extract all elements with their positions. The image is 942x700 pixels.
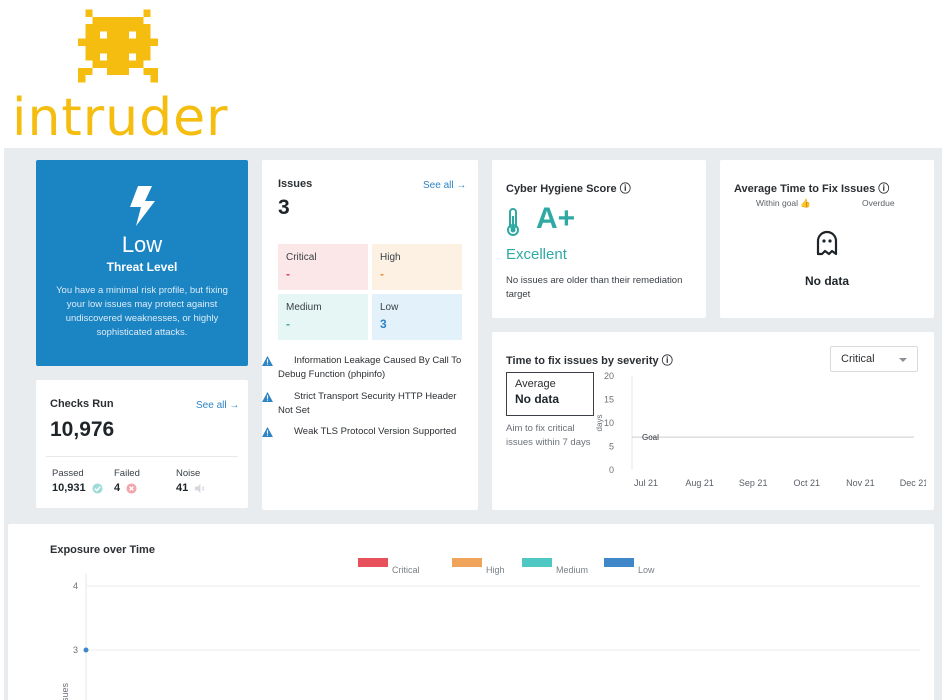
x-tick-label: Sep 21: [739, 478, 768, 488]
checks-run-title: Checks Run: [50, 398, 114, 410]
exposure-card: Exposure over Time Critical High Medium Low…: [8, 524, 934, 700]
y-tick-label: 20: [604, 371, 614, 381]
goal-label: Goal: [642, 433, 659, 442]
legend-label: High: [486, 565, 505, 575]
medium-count: -: [286, 317, 290, 331]
threat-level-value: Low: [121, 232, 163, 257]
critical-issues-tile[interactable]: Critical -: [278, 244, 368, 290]
thermometer-icon: [507, 208, 519, 236]
y-tick-label: 5: [609, 442, 614, 452]
failed-value: 4: [114, 482, 121, 494]
x-tick-label: Dec 21: [900, 478, 926, 488]
checks-run-total: 10,976: [50, 418, 115, 441]
y-tick-label: 3: [73, 645, 78, 655]
issue-title: Information Leakage Caused By Call To De…: [278, 355, 462, 380]
data-point: [83, 647, 89, 653]
critical-label: Critical: [286, 252, 317, 263]
space-invader-icon: [78, 9, 158, 83]
threat-level-description: You have a minimal risk profile, but fix…: [56, 285, 228, 338]
hygiene-grade: A+: [536, 202, 576, 235]
high-issues-tile[interactable]: High -: [372, 244, 462, 290]
time-to-fix-card: Time to fix issues by severity ⓘ Critica…: [492, 332, 934, 510]
noise-value: 41: [176, 482, 189, 494]
legend-swatch: [358, 558, 388, 567]
x-tick-label: Nov 21: [846, 478, 875, 488]
legend-swatch: [522, 558, 552, 567]
threat-level-title: Threat Level: [106, 260, 178, 274]
x-tick-label: Jul 21: [634, 478, 658, 488]
check-circle-icon: [92, 483, 103, 494]
ghost-icon: [816, 230, 838, 256]
intruder-logo[interactable]: intruder: [6, 4, 236, 152]
legend-swatch: [604, 558, 634, 567]
y-tick-label: 10: [604, 418, 614, 428]
hygiene-rating: Excellent: [506, 246, 567, 263]
warning-icon: [262, 356, 273, 366]
critical-count: -: [286, 267, 290, 281]
dashboard: Low Threat Level You have a minimal risk…: [4, 148, 942, 700]
low-issues-tile[interactable]: Low 3: [372, 294, 462, 340]
legend-swatch: [452, 558, 482, 567]
legend-label: Low: [638, 565, 655, 575]
high-label: High: [380, 252, 401, 263]
issue-list-item[interactable]: Weak TLS Protocol Version Supported: [262, 425, 468, 439]
average-time-title[interactable]: Average Time to Fix Issues ⓘ: [734, 180, 889, 196]
x-tick-label: Aug 21: [685, 478, 714, 488]
issue-list-item[interactable]: Strict Transport Security HTTP Header No…: [262, 390, 468, 418]
failed-stat: Failed 4: [114, 468, 140, 494]
medium-label: Medium: [286, 302, 322, 313]
medium-issues-tile[interactable]: Medium -: [278, 294, 368, 340]
noise-label: Noise: [176, 468, 201, 479]
brand-name: intruder: [12, 88, 229, 148]
warning-icon: [262, 427, 273, 437]
y-tick-label: 0: [609, 465, 614, 475]
checks-run-card: Checks Run See all → 10,976 Passed 10,93…: [36, 380, 248, 508]
chevron-down-icon: [899, 358, 907, 362]
aim-text: Aim to fix critical issues within 7 days: [506, 423, 591, 448]
cyber-hygiene-title[interactable]: Cyber Hygiene Score ⓘ: [506, 180, 631, 196]
speaker-mute-icon: [195, 483, 205, 493]
issue-title: Strict Transport Security HTTP Header No…: [278, 391, 457, 416]
time-to-fix-chart: 0 5 10 15 20 days Goal Jul 21 Aug 21 Sep 21 Oct 21…: [595, 371, 926, 488]
legend-label: Critical: [392, 565, 420, 575]
issue-title: Weak TLS Protocol Version Supported: [294, 426, 457, 437]
average-label: Average: [515, 378, 556, 390]
issues-title: Issues: [278, 178, 313, 190]
warning-icon: [262, 392, 273, 402]
y-tick-label: 4: [73, 581, 78, 591]
y-axis-label: Issues: [60, 682, 70, 700]
high-count: -: [380, 267, 384, 281]
y-tick-label: 15: [604, 395, 614, 405]
low-label: Low: [380, 302, 399, 313]
issue-list-item[interactable]: Information Leakage Caused By Call To De…: [262, 354, 468, 382]
low-count: 3: [380, 317, 387, 331]
x-circle-icon: [126, 483, 137, 494]
average-value: No data: [515, 392, 560, 406]
divider: [46, 456, 238, 457]
passed-label: Passed: [52, 468, 84, 479]
passed-value: 10,931: [52, 482, 86, 494]
checks-see-all-link[interactable]: See all →: [196, 400, 239, 411]
average-time-no-data: No data: [804, 274, 849, 288]
exposure-chart: Critical High Medium Low 3 4 Issues: [60, 558, 920, 700]
failed-label: Failed: [114, 468, 140, 479]
issues-card: Issues See all → 3 Critical - High - Med…: [262, 160, 478, 510]
average-time-card: Average Time to Fix Issues ⓘ Within goal…: [720, 160, 934, 318]
time-to-fix-title[interactable]: Time to fix issues by severity ⓘ: [506, 352, 673, 368]
average-box: Average No data: [506, 372, 594, 416]
issues-total: 3: [278, 196, 290, 219]
issues-see-all-link[interactable]: See all →: [423, 180, 466, 191]
legend-label: Medium: [556, 565, 588, 575]
x-tick-label: Oct 21: [794, 478, 821, 488]
cyber-hygiene-card: Cyber Hygiene Score ⓘ A+ Excellent No is…: [492, 160, 706, 318]
y-axis-label: days: [595, 415, 604, 432]
hygiene-note: No issues are older than their remediati…: [506, 275, 683, 300]
overdue-label: Overdue: [862, 198, 895, 208]
lightning-icon: [130, 186, 155, 226]
passed-stat: Passed 10,931: [52, 468, 103, 494]
severity-select-value: Critical: [841, 353, 875, 365]
noise-stat: Noise 41: [176, 468, 205, 494]
within-goal-label: Within goal 👍: [756, 198, 811, 208]
threat-level-card: Low Threat Level You have a minimal risk…: [36, 160, 248, 366]
